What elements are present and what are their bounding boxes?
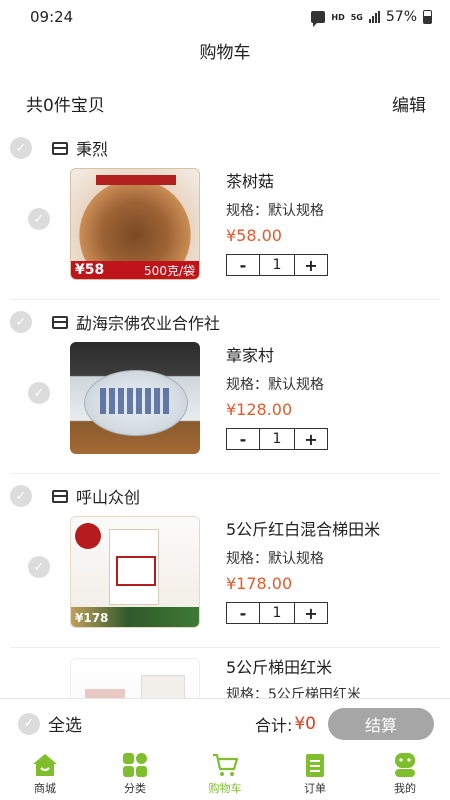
checkout-bar: ✓ 全选 合计: ¥0 结算 <box>0 698 450 748</box>
store-icon <box>52 141 68 155</box>
product-spec: 规格：默认规格 <box>226 377 324 393</box>
plus-button[interactable]: + <box>295 255 327 275</box>
select-all-toggle[interactable]: ✓ 全选 <box>18 711 82 736</box>
select-all-label: 全选 <box>48 716 82 736</box>
signal-icon <box>368 11 380 23</box>
item-count: 共0件宝贝 <box>26 95 105 116</box>
image-banner <box>96 175 176 185</box>
product-image[interactable] <box>70 342 200 454</box>
tab-mall[interactable]: 商城 <box>0 748 90 800</box>
tea-cake-label-graphic <box>100 388 172 414</box>
product-price: ¥58.00 <box>226 226 282 245</box>
quantity-value[interactable]: 1 <box>259 603 295 623</box>
tab-label: 订单 <box>304 782 326 795</box>
house-icon <box>31 752 59 778</box>
tab-label: 分类 <box>124 782 146 795</box>
quantity-value[interactable]: 1 <box>259 429 295 449</box>
minus-button[interactable]: - <box>227 603 259 623</box>
page-title: 购物车 <box>199 43 251 63</box>
cart-list[interactable]: ✓ 秉烈 ✓ ¥58 500克/袋 茶树菇 规格：默认规格 ¥58.00 - 1… <box>0 126 450 698</box>
shop-check-icon[interactable]: ✓ <box>10 137 32 159</box>
quantity-stepper: - 1 + <box>226 602 328 624</box>
cart-summary-bar: 共0件宝贝 编辑 <box>0 88 450 118</box>
minus-button[interactable]: - <box>227 255 259 275</box>
tab-profile[interactable]: 我的 <box>360 748 450 800</box>
tab-orders[interactable]: 订单 <box>270 748 360 800</box>
store-icon <box>52 315 68 329</box>
product-title[interactable]: 5公斤梯田红米 <box>226 654 332 678</box>
product-price: ¥178.00 <box>226 574 293 593</box>
product-title[interactable]: 茶树菇 <box>226 168 274 192</box>
battery-percent: 57% <box>385 9 417 25</box>
shop-group: ✓ 呼山众创 ✓ ¥178 5公斤红白混合梯田米 规格：默认规格 ¥178.00… <box>10 474 440 648</box>
product-image[interactable] <box>70 658 200 698</box>
store-icon <box>52 489 68 503</box>
item-check-icon[interactable]: ✓ <box>28 556 50 578</box>
total: 合计: ¥0 <box>255 712 316 736</box>
total-label: 合计: <box>254 715 293 735</box>
image-price: ¥178 <box>75 611 109 625</box>
checkout-button[interactable]: 结算 <box>328 707 434 740</box>
image-price-tag: ¥58 500克/袋 <box>71 261 199 279</box>
shop-group: ✓ 5公斤梯田红米 规格：5公斤梯田红米 <box>10 648 440 698</box>
minus-button[interactable]: - <box>227 429 259 449</box>
product-spec: 规格：默认规格 <box>226 551 324 567</box>
hd-indicator: HD <box>331 12 345 22</box>
battery-icon <box>423 10 432 24</box>
item-check-icon[interactable]: ✓ <box>28 208 50 230</box>
item-check-icon[interactable]: ✓ <box>28 382 50 404</box>
tab-cart[interactable]: 购物车 <box>180 748 270 800</box>
product-price: ¥128.00 <box>226 400 293 419</box>
status-icons: HD 5G 57% <box>311 9 432 27</box>
shop-name[interactable]: 勐海宗佛农业合作社 <box>76 310 220 334</box>
shop-group: ✓ 勐海宗佛农业合作社 ✓ 章家村 规格：默认规格 ¥128.00 - 1 + <box>10 300 440 474</box>
quantity-value[interactable]: 1 <box>259 255 295 275</box>
plus-button[interactable]: + <box>295 603 327 623</box>
product-title[interactable]: 5公斤红白混合梯田米 <box>226 516 380 540</box>
tab-bar: 商城 分类 购物车 订单 我的 <box>0 748 450 800</box>
product-image[interactable]: ¥178 <box>70 516 200 628</box>
shop-name[interactable]: 秉烈 <box>76 136 108 160</box>
plus-button[interactable]: + <box>295 429 327 449</box>
select-all-check-icon[interactable]: ✓ <box>18 712 40 735</box>
message-icon <box>311 11 326 27</box>
clipboard-icon <box>301 752 329 778</box>
status-time: 09:24 <box>30 8 74 26</box>
label-graphic <box>85 689 125 698</box>
product-title[interactable]: 章家村 <box>226 342 274 366</box>
product-image[interactable]: ¥58 500克/袋 <box>70 168 200 280</box>
network-indicator: 5G <box>350 12 363 22</box>
shop-header: ✓ 秉烈 <box>10 136 108 160</box>
product-spec: 规格：默认规格 <box>226 203 324 219</box>
shop-check-icon[interactable]: ✓ <box>10 485 32 507</box>
tab-label: 我的 <box>394 782 416 795</box>
shop-header: ✓ 勐海宗佛农业合作社 <box>10 310 220 334</box>
shop-name[interactable]: 呼山众创 <box>76 484 140 508</box>
grid-icon <box>121 752 149 778</box>
person-icon <box>391 752 419 778</box>
brand-badge <box>75 523 101 549</box>
product-spec: 规格：5公斤梯田红米 <box>226 687 361 698</box>
edit-button[interactable]: 编辑 <box>392 91 426 116</box>
tab-label: 商城 <box>34 782 56 795</box>
status-bar: 09:24 HD 5G 57% <box>0 0 450 34</box>
total-amount: ¥0 <box>294 713 316 734</box>
image-weight: 500克/袋 <box>144 263 195 278</box>
quantity-stepper: - 1 + <box>226 254 328 276</box>
image-price: ¥58 <box>75 262 105 278</box>
rice-bag-graphic <box>109 529 159 605</box>
shop-header: ✓ 呼山众创 <box>10 484 140 508</box>
cart-icon <box>211 752 239 778</box>
quantity-stepper: - 1 + <box>226 428 328 450</box>
tab-category[interactable]: 分类 <box>90 748 180 800</box>
shop-group: ✓ 秉烈 ✓ ¥58 500克/袋 茶树菇 规格：默认规格 ¥58.00 - 1… <box>10 126 440 300</box>
shop-check-icon[interactable]: ✓ <box>10 311 32 333</box>
tab-label: 购物车 <box>208 782 242 795</box>
rice-box-graphic <box>141 675 185 698</box>
